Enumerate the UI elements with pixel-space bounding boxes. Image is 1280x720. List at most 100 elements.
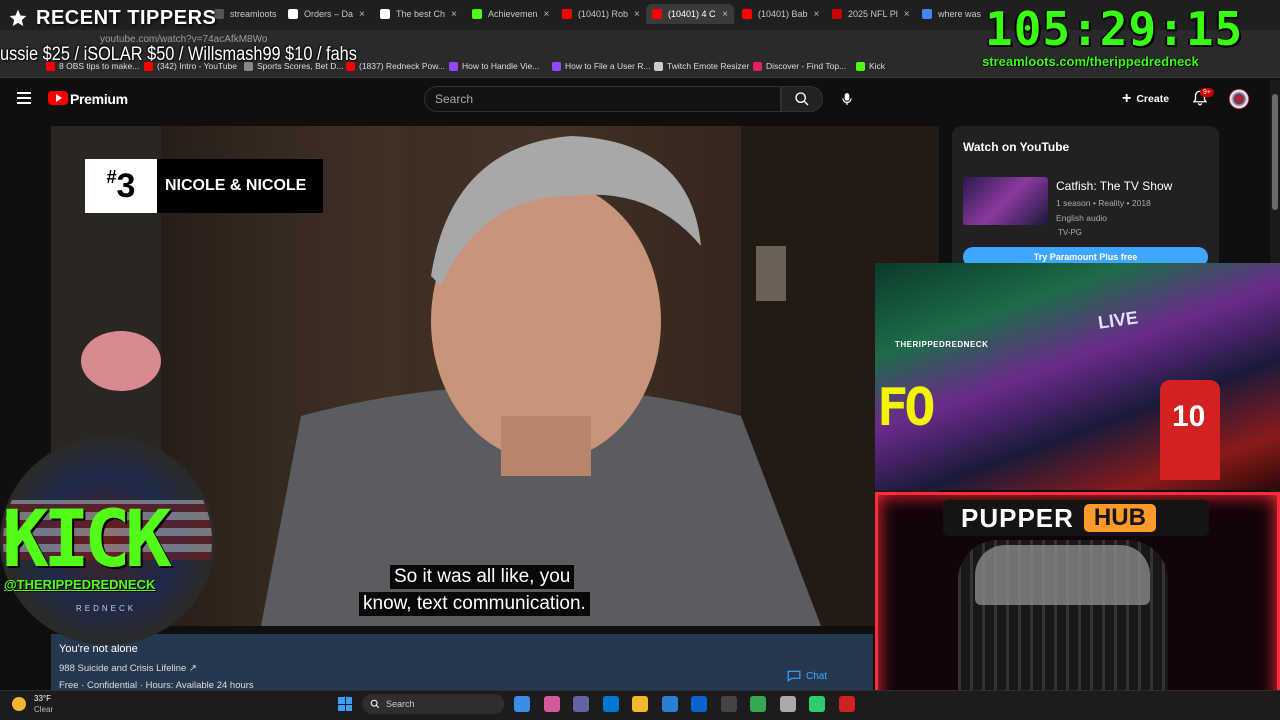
bookmark-item[interactable]: Discover - Find Top... bbox=[753, 61, 846, 71]
voice-search-button[interactable] bbox=[834, 86, 860, 112]
bookmark-favicon-icon bbox=[753, 61, 762, 71]
bookmark-label: How to Handle Vie... bbox=[462, 61, 540, 71]
create-button[interactable]: + Create bbox=[1122, 88, 1169, 110]
bookmark-favicon-icon bbox=[856, 61, 865, 71]
windows-start-icon[interactable] bbox=[338, 697, 352, 711]
bookmark-item[interactable]: (1837) Redneck Pow... bbox=[346, 61, 445, 71]
hub-label: HUB bbox=[1083, 504, 1156, 532]
scrollbar-thumb[interactable] bbox=[1272, 94, 1278, 210]
create-label: Create bbox=[1136, 93, 1170, 105]
weather-description[interactable]: Clear bbox=[34, 705, 53, 714]
tab-label: Achievemen bbox=[488, 9, 538, 19]
tab-favicon-icon bbox=[380, 9, 390, 19]
show-title[interactable]: Catfish: The TV Show bbox=[1056, 179, 1172, 193]
taskbar-app-icon[interactable] bbox=[691, 696, 707, 712]
close-icon[interactable]: × bbox=[634, 9, 640, 20]
tab-label: The best Ch bbox=[396, 9, 446, 19]
taskbar-app-icon[interactable] bbox=[632, 696, 648, 712]
search-icon bbox=[795, 92, 809, 106]
youtube-premium-label[interactable]: Premium bbox=[70, 91, 128, 107]
bookmark-item[interactable]: Kick bbox=[856, 61, 885, 71]
tab-label: Orders – Da bbox=[304, 9, 354, 19]
pet-crate-top bbox=[975, 545, 1150, 605]
close-icon[interactable]: × bbox=[814, 9, 820, 20]
bookmark-favicon-icon bbox=[552, 61, 561, 71]
bookmark-label: (1837) Redneck Pow... bbox=[359, 61, 445, 71]
youtube-logo-icon[interactable] bbox=[48, 91, 68, 105]
taskbar-app-icon[interactable] bbox=[602, 696, 619, 712]
tab-favicon-icon bbox=[472, 9, 482, 19]
taskbar-app-icon[interactable] bbox=[809, 696, 825, 712]
pupper-hub-banner: PUPPER HUB bbox=[943, 500, 1209, 536]
stream-timer: 105:29:15 bbox=[985, 2, 1244, 56]
account-avatar[interactable] bbox=[1229, 89, 1249, 109]
recent-tippers-header: RECENT TIPPERS bbox=[0, 2, 216, 34]
crisis-lifeline-link[interactable]: 988 Suicide and Crisis Lifeline ↗ bbox=[59, 663, 197, 674]
bookmark-label: Kick bbox=[869, 61, 886, 71]
close-icon[interactable]: × bbox=[451, 9, 457, 20]
microphone-icon bbox=[842, 93, 852, 105]
search-button[interactable] bbox=[781, 86, 823, 112]
menu-icon[interactable] bbox=[17, 92, 31, 104]
show-rating: TV-PG bbox=[1058, 228, 1083, 237]
chat-icon bbox=[787, 670, 801, 682]
taskbar-app-icon[interactable] bbox=[720, 696, 737, 712]
tab-label: (10401) Rob bbox=[578, 9, 629, 19]
bookmark-label: Twitch Emote Resizer bbox=[667, 61, 750, 71]
browser-tab[interactable]: Orders – Da × bbox=[282, 4, 370, 24]
rank-overlay: #3 NICOLE & NICOLE bbox=[85, 159, 323, 213]
tab-label: 2025 NFL Pl bbox=[848, 9, 898, 19]
bookmark-item[interactable]: Twitch Emote Resizer bbox=[654, 61, 749, 71]
browser-tab[interactable]: Achievemen × bbox=[466, 4, 554, 24]
close-icon[interactable]: × bbox=[544, 9, 550, 20]
recent-tippers-title: RECENT TIPPERS bbox=[36, 6, 217, 29]
browser-tab[interactable]: 2025 NFL Pl × bbox=[826, 4, 914, 24]
weather-temperature[interactable]: 33°F bbox=[34, 694, 51, 703]
search-icon bbox=[370, 699, 380, 709]
webcam-sign-text: THERIPPEDREDNECK bbox=[895, 340, 989, 349]
tab-label: streamloots bbox=[230, 9, 277, 19]
taskbar-app-icon[interactable] bbox=[543, 696, 560, 712]
taskbar-app-icon[interactable] bbox=[779, 696, 796, 712]
tab-favicon-icon bbox=[288, 9, 298, 19]
notification-count-badge: 9+ bbox=[1200, 88, 1214, 97]
browser-tab[interactable]: (10401) Bab × bbox=[736, 4, 824, 24]
bookmark-item[interactable]: How to File a User R... bbox=[552, 61, 651, 71]
tab-label: (10401) 4 C bbox=[668, 9, 716, 19]
show-meta: 1 season • Reality • 2018 bbox=[1056, 198, 1151, 208]
close-icon[interactable]: × bbox=[722, 9, 728, 20]
browser-tab[interactable]: streamloots× bbox=[208, 4, 278, 24]
tab-label: (10401) Bab bbox=[758, 9, 808, 19]
taskbar-app-icon[interactable] bbox=[661, 696, 678, 712]
taskbar-app-icon[interactable] bbox=[514, 696, 530, 712]
close-icon[interactable]: × bbox=[359, 9, 365, 20]
rank-number: #3 bbox=[85, 159, 157, 213]
kick-handle: @THERIPPEDREDNECK bbox=[4, 577, 156, 592]
panel-title: Watch on YouTube bbox=[963, 140, 1070, 154]
taskbar-app-icon[interactable] bbox=[573, 696, 589, 712]
bookmark-item[interactable]: How to Handle Vie... bbox=[449, 61, 539, 71]
caption-line-2: know, text communication. bbox=[359, 592, 590, 616]
jersey-number: 10 bbox=[1172, 400, 1206, 433]
taskbar-app-icon[interactable] bbox=[838, 696, 855, 712]
tab-favicon-icon bbox=[562, 9, 572, 19]
caption-line-1: So it was all like, you bbox=[390, 565, 575, 589]
redneck-label: REDNECK bbox=[76, 604, 137, 613]
bookmark-label: Discover - Find Top... bbox=[766, 61, 847, 71]
bookmark-favicon-icon bbox=[449, 61, 458, 71]
search-input[interactable]: Search bbox=[424, 86, 781, 112]
browser-tab[interactable]: (10401) 4 C × bbox=[646, 4, 734, 24]
weather-moon-icon[interactable] bbox=[12, 697, 26, 711]
pupper-label: PUPPER bbox=[961, 502, 1074, 533]
webcam-sign-fo: FO bbox=[877, 378, 936, 438]
taskbar-search[interactable]: Search bbox=[362, 694, 504, 714]
show-thumbnail[interactable] bbox=[963, 177, 1048, 225]
streamloots-url: streamloots.com/therippedredneck bbox=[982, 54, 1199, 69]
close-icon[interactable]: × bbox=[904, 9, 910, 20]
browser-tab[interactable]: The best Ch × bbox=[374, 4, 462, 24]
chat-button[interactable]: Chat bbox=[787, 670, 827, 682]
taskbar-app-icon[interactable] bbox=[750, 696, 766, 712]
tippers-ticker: ussie $25 / iSOLAR $50 / Willsmash99 $10… bbox=[0, 44, 357, 65]
tab-favicon-icon bbox=[652, 9, 662, 19]
browser-tab[interactable]: (10401) Rob × bbox=[556, 4, 644, 24]
